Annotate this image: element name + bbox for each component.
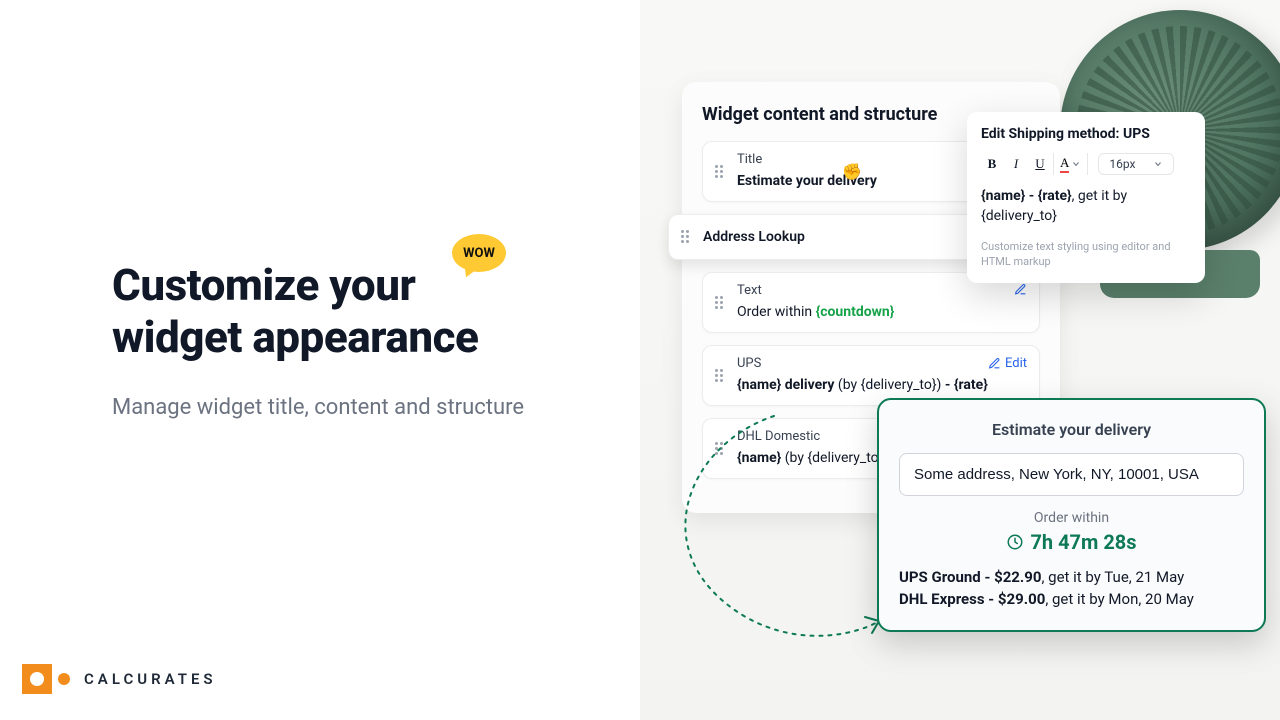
brand-name: CALCURATES [84, 670, 217, 688]
item-value: {name} delivery (by {delivery_to}) - {ra… [737, 377, 1027, 393]
shipping-line: UPS Ground - $22.90, get it by Tue, 21 M… [899, 568, 1244, 586]
drag-handle-icon[interactable] [715, 296, 725, 310]
rte-toolbar: B I U A 16px [981, 152, 1191, 176]
drag-handle-icon[interactable] [715, 369, 725, 383]
rte-content[interactable]: {name} - {rate}, get it by {delivery_to} [981, 186, 1191, 227]
brand-logo-icon [22, 664, 70, 694]
item-value: Order within {countdown} [737, 304, 1027, 320]
bold-button[interactable]: B [981, 152, 1003, 176]
delivery-widget-preview: Estimate your delivery Order within 7h 4… [877, 398, 1266, 632]
chevron-down-icon [1071, 159, 1081, 169]
italic-button[interactable]: I [1005, 152, 1027, 176]
structure-item-ups[interactable]: Edit UPS {name} delivery (by {delivery_t… [702, 345, 1040, 406]
hero: Customize your widget appearance Manage … [112, 260, 552, 424]
preview-title: Estimate your delivery [899, 420, 1244, 439]
font-size-select[interactable]: 16px [1098, 153, 1174, 175]
drag-handle-icon[interactable] [681, 230, 691, 244]
text-color-button[interactable]: A [1053, 153, 1088, 175]
popover-title: Edit Shipping method: UPS [981, 126, 1191, 142]
grab-cursor-icon: ✊ [842, 162, 862, 181]
item-label: UPS [737, 356, 1027, 371]
drag-handle-icon[interactable] [715, 165, 725, 179]
shipping-line: DHL Express - $29.00, get it by Mon, 20 … [899, 590, 1244, 608]
edit-shipping-popover: Edit Shipping method: UPS B I U A 16px {… [967, 112, 1205, 283]
underline-button[interactable]: U [1029, 152, 1051, 176]
item-label: Text [737, 283, 1027, 298]
chevron-down-icon [1153, 159, 1163, 169]
demo-pane: Widget content and structure Edit Title … [640, 0, 1280, 720]
drag-handle-icon[interactable] [715, 442, 725, 456]
popover-help-text: Customize text styling using editor and … [981, 239, 1191, 270]
hero-title: Customize your widget appearance [112, 260, 552, 364]
clock-icon [1006, 533, 1024, 551]
countdown: 7h 47m 28s [899, 530, 1244, 554]
marketing-pane: WOW Customize your widget appearance Man… [0, 0, 640, 720]
order-within-label: Order within [899, 510, 1244, 526]
address-input[interactable] [899, 453, 1244, 496]
edit-button[interactable]: Edit [988, 356, 1027, 371]
hero-subtitle: Manage widget title, content and structu… [112, 392, 552, 424]
edit-button[interactable] [1014, 283, 1027, 296]
brand: CALCURATES [22, 664, 217, 694]
